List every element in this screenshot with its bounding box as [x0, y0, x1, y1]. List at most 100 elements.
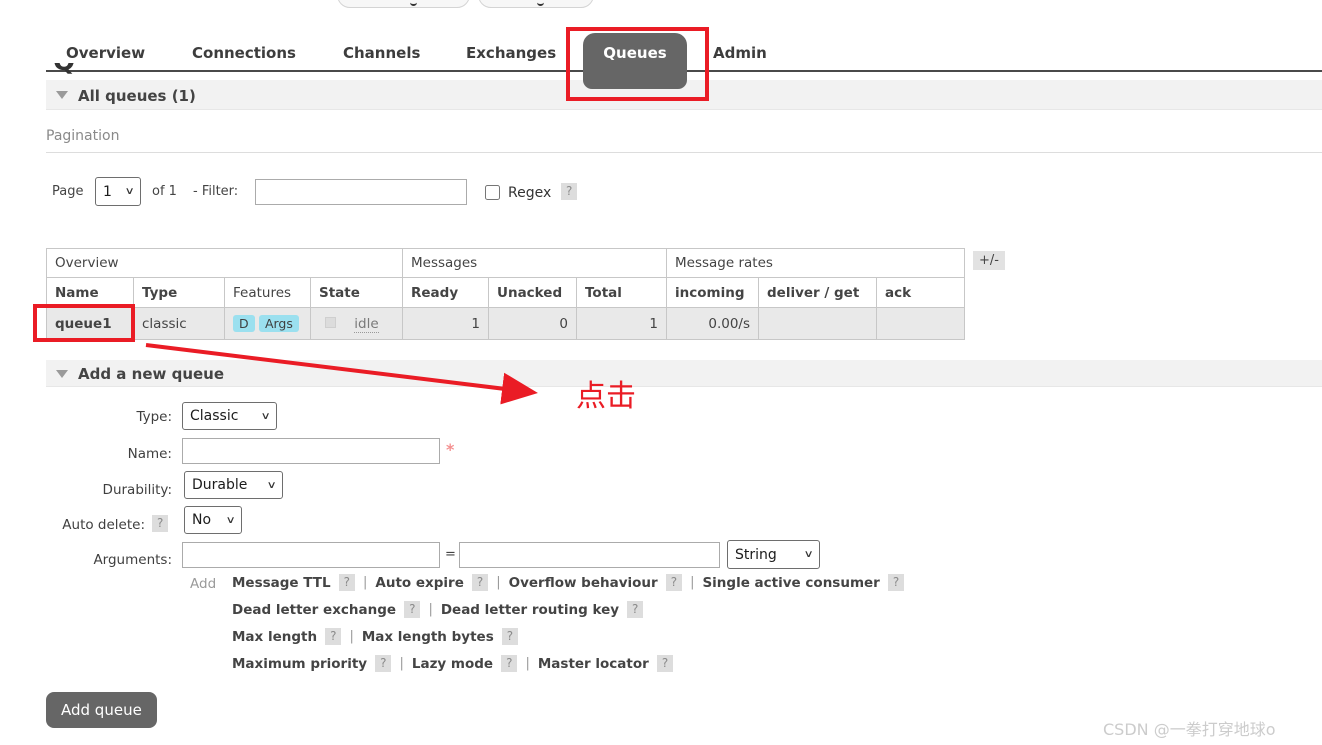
- help-icon[interactable]: ?: [501, 628, 519, 645]
- separator: |: [525, 656, 530, 671]
- col-header-deliver-get[interactable]: deliver / get: [758, 277, 877, 308]
- arg-link-overflow-behaviour[interactable]: Overflow behaviour: [509, 575, 658, 591]
- argument-type-select[interactable]: String ∨: [727, 540, 820, 569]
- col-header-type[interactable]: Type: [133, 277, 225, 308]
- state-indicator-icon: [325, 316, 336, 328]
- csdn-watermark: CSDN @一拳打穿地球o: [1103, 720, 1276, 739]
- queue-ack-cell: [876, 307, 965, 340]
- queue-name-input[interactable]: [182, 438, 440, 464]
- chevron-down-icon: ∨: [225, 514, 236, 526]
- tab-channels[interactable]: Channels: [343, 44, 420, 62]
- chevron-down-icon: ∨: [260, 410, 271, 422]
- page-of-label: of 1: [152, 184, 177, 199]
- help-icon[interactable]: ?: [471, 574, 489, 591]
- durable-badge[interactable]: D: [233, 315, 255, 332]
- argument-shortcuts-row-2: Dead letter exchange ? | Dead letter rout…: [232, 601, 644, 618]
- type-select[interactable]: Classic ∨: [182, 402, 277, 430]
- add-argument-label: Add: [190, 576, 217, 592]
- separator: |: [690, 575, 695, 590]
- argument-shortcuts-row-3: Max length ? | Max length bytes ?: [232, 628, 519, 645]
- separator: |: [349, 629, 354, 644]
- regex-checkbox[interactable]: [485, 185, 500, 200]
- arg-link-lazy-mode[interactable]: Lazy mode: [412, 656, 493, 672]
- help-icon[interactable]: ?: [338, 574, 355, 591]
- argument-key-input[interactable]: [182, 542, 440, 568]
- cutoff-text-mark: [410, 1, 417, 6]
- queues-table: Overview Messages Message rates Name Typ…: [46, 248, 965, 340]
- queue-state-value: idle: [354, 315, 379, 333]
- annotation-click-text: 点击: [576, 379, 636, 414]
- queue-type-cell: classic: [133, 307, 225, 340]
- args-badge[interactable]: Args: [258, 315, 299, 332]
- help-icon[interactable]: ?: [656, 655, 674, 672]
- help-icon[interactable]: ?: [627, 601, 644, 618]
- pagination-heading: Pagination: [46, 128, 120, 144]
- col-header-incoming[interactable]: incoming: [666, 277, 759, 308]
- arg-link-dead-letter-routing-key[interactable]: Dead letter routing key: [441, 602, 619, 618]
- add-queue-button[interactable]: Add queue: [46, 692, 157, 728]
- queue-ready-cell: 1: [402, 307, 489, 340]
- arg-link-dead-letter-exchange[interactable]: Dead letter exchange: [232, 602, 396, 618]
- col-header-features: Features: [224, 277, 311, 308]
- argument-value-input[interactable]: [459, 542, 720, 568]
- chevron-down-icon: ∨: [266, 479, 277, 491]
- argument-shortcuts-row-4: Maximum priority ? | Lazy mode ? | Master …: [232, 655, 674, 672]
- separator: |: [363, 575, 368, 590]
- filter-input[interactable]: [255, 179, 467, 205]
- help-icon[interactable]: ?: [375, 655, 392, 672]
- auto-delete-label: Auto delete:: [62, 517, 145, 533]
- col-header-total[interactable]: Total: [576, 277, 667, 308]
- auto-delete-help-icon[interactable]: ?: [152, 515, 169, 532]
- queue-name-link[interactable]: queue1: [46, 307, 134, 340]
- tab-overview[interactable]: Overview: [66, 44, 145, 62]
- pagination-divider: [46, 152, 1322, 153]
- chevron-down-icon: ∨: [124, 186, 135, 197]
- tab-admin[interactable]: Admin: [713, 44, 767, 62]
- page-select[interactable]: 1 ∨: [95, 177, 141, 206]
- all-queues-title: All queues (1): [78, 87, 196, 105]
- help-icon[interactable]: ?: [665, 574, 683, 591]
- add-queue-title: Add a new queue: [78, 365, 225, 383]
- top-cutoff-button-left[interactable]: [337, 0, 470, 8]
- column-toggle-button[interactable]: +/-: [973, 251, 1005, 270]
- help-icon[interactable]: ?: [325, 628, 342, 645]
- col-header-name[interactable]: Name: [46, 277, 134, 308]
- group-header-message-rates: Message rates: [666, 248, 965, 278]
- col-header-unacked[interactable]: Unacked: [488, 277, 577, 308]
- regex-label: Regex: [508, 185, 552, 201]
- auto-delete-select[interactable]: No ∨: [184, 506, 242, 534]
- argument-type-select-value: String: [735, 546, 777, 563]
- col-header-state[interactable]: State: [310, 277, 403, 308]
- queue-total-cell: 1: [576, 307, 667, 340]
- queue-deliver-get-cell: [758, 307, 877, 340]
- group-header-messages: Messages: [402, 248, 667, 278]
- top-cutoff-button-right[interactable]: [478, 0, 594, 8]
- separator: |: [399, 656, 404, 671]
- tab-connections[interactable]: Connections: [192, 44, 296, 62]
- col-header-ack[interactable]: ack: [876, 277, 965, 308]
- collapse-triangle-icon[interactable]: [56, 370, 68, 378]
- durability-select[interactable]: Durable ∨: [184, 471, 283, 499]
- arg-link-single-active-consumer[interactable]: Single active consumer: [702, 575, 879, 591]
- clipped-heading-glyph: Q: [53, 63, 77, 80]
- arg-link-max-length[interactable]: Max length: [232, 629, 317, 645]
- arg-link-message-ttl[interactable]: Message TTL: [232, 575, 331, 591]
- durability-label: Durability:: [102, 482, 172, 498]
- arg-link-maximum-priority[interactable]: Maximum priority: [232, 656, 367, 672]
- arguments-label: Arguments:: [93, 552, 172, 568]
- arg-link-max-length-bytes[interactable]: Max length bytes: [362, 629, 494, 645]
- help-icon[interactable]: ?: [501, 655, 518, 672]
- help-icon[interactable]: ?: [887, 574, 905, 591]
- required-asterisk: *: [446, 440, 455, 459]
- add-queue-section-header[interactable]: Add a new queue: [46, 360, 1322, 387]
- col-header-ready[interactable]: Ready: [402, 277, 489, 308]
- arg-link-auto-expire[interactable]: Auto expire: [375, 575, 463, 591]
- page-select-value: 1: [103, 183, 112, 200]
- arg-link-master-locator[interactable]: Master locator: [538, 656, 649, 672]
- collapse-triangle-icon[interactable]: [56, 91, 68, 99]
- separator: |: [428, 602, 433, 617]
- tab-exchanges[interactable]: Exchanges: [466, 44, 556, 62]
- help-icon[interactable]: ?: [404, 601, 421, 618]
- tab-queues[interactable]: Queues: [583, 33, 687, 89]
- regex-help-icon[interactable]: ?: [561, 183, 578, 200]
